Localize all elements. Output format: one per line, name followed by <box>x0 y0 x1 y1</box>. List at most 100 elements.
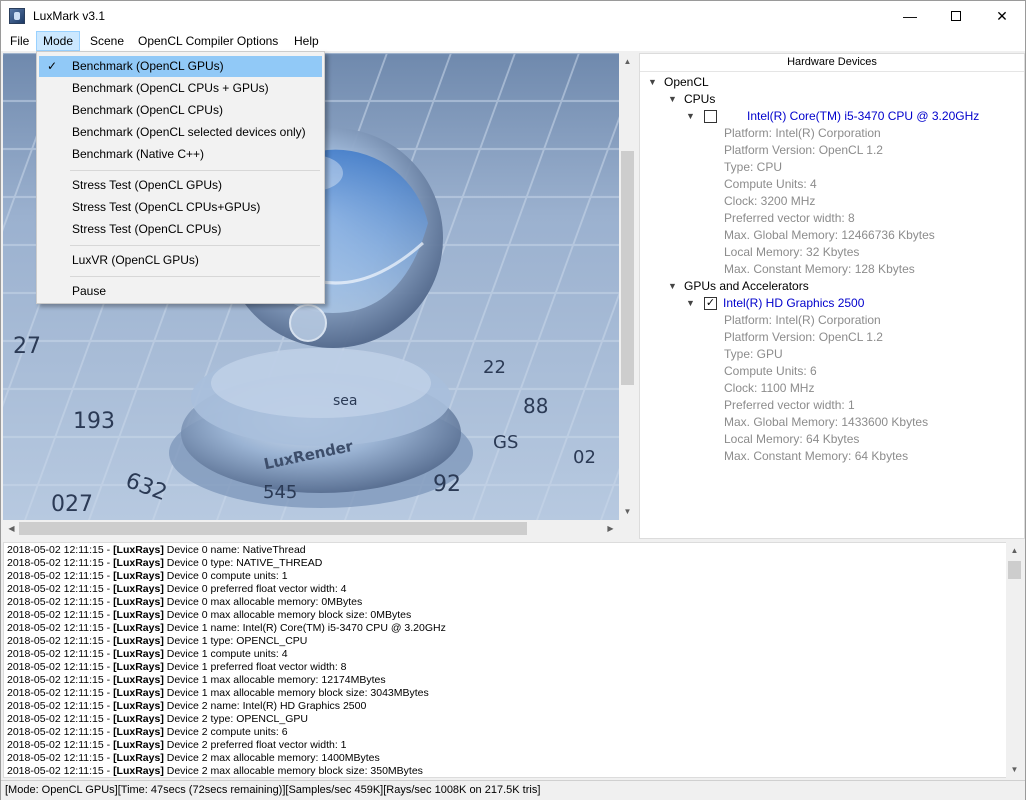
log-line: 2018-05-02 12:11:15 - [LuxRays] Device 1… <box>7 687 429 699</box>
log-line: 2018-05-02 12:11:15 - [LuxRays] Device 0… <box>7 557 323 569</box>
close-button[interactable]: ✕ <box>979 1 1025 31</box>
menu-scene[interactable]: Scene <box>84 31 130 51</box>
maximize-button[interactable] <box>933 1 979 31</box>
cpu-prop-type: Type: CPU <box>724 160 783 174</box>
gpu-prop-global-memory: Max. Global Memory: 1433600 Kbytes <box>724 415 929 429</box>
title-bar: LuxMark v3.1 — ✕ <box>1 1 1025 31</box>
cpu-device-checkbox[interactable] <box>704 110 717 123</box>
scroll-left-icon[interactable]: ◀ <box>3 520 20 537</box>
gpu-prop-platform: Platform: Intel(R) Corporation <box>724 313 881 327</box>
tile-number: 02 <box>573 447 596 468</box>
tile-number: GS <box>493 432 518 453</box>
menu-item-benchmark-opencl-cpus-gpus[interactable]: Benchmark (OpenCL CPUs + GPUs) <box>39 78 322 99</box>
collapse-arrow-icon[interactable]: ▼ <box>648 77 657 87</box>
menu-item-benchmark-native-cpp[interactable]: Benchmark (Native C++) <box>39 144 322 165</box>
menu-opencl-compiler-options[interactable]: OpenCL Compiler Options <box>132 31 284 51</box>
log-output-panel[interactable]: 2018-05-02 12:11:15 - [LuxRays] Device 0… <box>3 542 1023 778</box>
window-title: LuxMark v3.1 <box>33 9 106 23</box>
log-line: 2018-05-02 12:11:15 - [LuxRays] Device 1… <box>7 661 347 673</box>
tile-number: 193 <box>73 409 115 434</box>
cpu-prop-compute-units: Compute Units: 4 <box>724 177 817 191</box>
luxmark-app-icon <box>9 8 25 24</box>
hardware-devices-panel: Hardware Devices ▼ OpenCL ▼ CPUs ▼ Intel… <box>639 53 1025 539</box>
cpu-prop-clock: Clock: 3200 MHz <box>724 194 816 208</box>
gpu-prop-clock: Clock: 1100 MHz <box>724 381 815 395</box>
gpu-prop-type: Type: GPU <box>724 347 783 361</box>
log-line: 2018-05-02 12:11:15 - [LuxRays] Device 2… <box>7 765 423 777</box>
menu-item-benchmark-opencl-gpus[interactable]: ✓ Benchmark (OpenCL GPUs) <box>39 56 322 77</box>
scroll-down-icon[interactable]: ▼ <box>1006 761 1023 778</box>
mode-dropdown-menu: ✓ Benchmark (OpenCL GPUs) Benchmark (Ope… <box>36 51 325 304</box>
log-line: 2018-05-02 12:11:15 - [LuxRays] Device 2… <box>7 700 367 712</box>
maximize-icon <box>951 10 961 21</box>
menu-item-stress-test-opencl-cpus-gpus[interactable]: Stress Test (OpenCL CPUs+GPUs) <box>39 197 322 218</box>
log-vertical-scrollbar[interactable]: ▲ ▼ <box>1006 542 1023 778</box>
log-line: 2018-05-02 12:11:15 - [LuxRays] Device 1… <box>7 648 288 660</box>
tile-number: 22 <box>483 357 506 378</box>
menu-separator <box>70 170 320 171</box>
scroll-right-icon[interactable]: ▶ <box>602 520 619 537</box>
tree-gpus-and-accelerators[interactable]: GPUs and Accelerators <box>684 278 809 295</box>
checkmark-icon: ✓ <box>47 59 58 73</box>
scroll-down-icon[interactable]: ▼ <box>619 503 636 520</box>
menu-item-luxvr-opencl-gpus[interactable]: LuxVR (OpenCL GPUs) <box>39 250 322 271</box>
log-line: 2018-05-02 12:11:15 - [LuxRays] Device 2… <box>7 713 308 725</box>
menu-file[interactable]: File <box>4 31 35 51</box>
menu-help[interactable]: Help <box>288 31 325 51</box>
menu-separator <box>70 245 320 246</box>
cpu-device-name[interactable]: Intel(R) Core(TM) i5-3470 CPU @ 3.20GHz <box>747 108 979 125</box>
menu-separator <box>70 276 320 277</box>
minimize-button[interactable]: — <box>887 1 933 31</box>
collapse-arrow-icon[interactable]: ▼ <box>668 94 677 104</box>
menu-item-stress-test-opencl-gpus[interactable]: Stress Test (OpenCL GPUs) <box>39 175 322 196</box>
menu-item-pause[interactable]: Pause <box>39 281 322 302</box>
log-line: 2018-05-02 12:11:15 - [LuxRays] Device 2… <box>7 752 380 764</box>
tile-number: 027 <box>51 492 93 517</box>
menu-item-stress-test-opencl-cpus[interactable]: Stress Test (OpenCL CPUs) <box>39 219 322 240</box>
render-horizontal-scrollbar[interactable]: ◀ ▶ <box>3 520 619 537</box>
scroll-up-icon[interactable]: ▲ <box>619 53 636 70</box>
gpu-device-name[interactable]: Intel(R) HD Graphics 2500 <box>723 295 864 312</box>
log-line: 2018-05-02 12:11:15 - [LuxRays] Device 1… <box>7 635 308 647</box>
log-line: 2018-05-02 12:11:15 - [LuxRays] Device 2… <box>7 739 347 751</box>
tile-number: 545 <box>263 482 297 503</box>
tile-number: 88 <box>523 394 548 418</box>
menu-mode[interactable]: Mode <box>36 31 81 51</box>
cpu-prop-platform: Platform: Intel(R) Corporation <box>724 126 881 140</box>
gpu-device-checkbox[interactable]: ✓ <box>704 297 717 310</box>
gpu-prop-vector-width: Preferred vector width: 1 <box>724 398 855 412</box>
collapse-arrow-icon[interactable]: ▼ <box>686 111 695 121</box>
log-line: 2018-05-02 12:11:15 - [LuxRays] Device 1… <box>7 622 446 634</box>
tile-number: 27 <box>13 334 41 359</box>
tree-cpus[interactable]: CPUs <box>684 91 715 108</box>
status-bar: [Mode: OpenCL GPUs][Time: 47secs (72secs… <box>1 780 1025 800</box>
log-line: 2018-05-02 12:11:15 - [LuxRays] Device 2… <box>7 726 288 738</box>
status-text: [Mode: OpenCL GPUs][Time: 47secs (72secs… <box>5 784 541 796</box>
hardware-devices-header: Hardware Devices <box>640 54 1024 72</box>
cpu-prop-constant-memory: Max. Constant Memory: 128 Kbytes <box>724 262 915 276</box>
gpu-prop-constant-memory: Max. Constant Memory: 64 Kbytes <box>724 449 909 463</box>
cpu-prop-vector-width: Preferred vector width: 8 <box>724 211 855 225</box>
scrollbar-thumb[interactable] <box>1008 561 1021 579</box>
menu-bar: File Mode Scene OpenCL Compiler Options … <box>1 31 1025 51</box>
collapse-arrow-icon[interactable]: ▼ <box>686 298 695 308</box>
scroll-up-icon[interactable]: ▲ <box>1006 542 1023 559</box>
cpu-prop-global-memory: Max. Global Memory: 12466736 Kbytes <box>724 228 935 242</box>
scrollbar-thumb[interactable] <box>19 522 527 535</box>
log-line: 2018-05-02 12:11:15 - [LuxRays] Device 0… <box>7 596 363 608</box>
tile-number: 92 <box>433 472 461 497</box>
tile-number: sea <box>333 393 358 409</box>
log-line: 2018-05-02 12:11:15 - [LuxRays] Device 0… <box>7 544 306 556</box>
log-line: 2018-05-02 12:11:15 - [LuxRays] Device 0… <box>7 583 347 595</box>
collapse-arrow-icon[interactable]: ▼ <box>668 281 677 291</box>
app-window: LuxMark v3.1 — ✕ File Mode Scene OpenCL … <box>0 0 1026 800</box>
log-line: 2018-05-02 12:11:15 - [LuxRays] Device 1… <box>7 674 386 686</box>
menu-item-benchmark-opencl-selected[interactable]: Benchmark (OpenCL selected devices only) <box>39 122 322 143</box>
gpu-prop-compute-units: Compute Units: 6 <box>724 364 817 378</box>
tree-opencl[interactable]: OpenCL <box>664 74 709 91</box>
scrollbar-thumb[interactable] <box>621 151 634 385</box>
menu-item-benchmark-opencl-cpus[interactable]: Benchmark (OpenCL CPUs) <box>39 100 322 121</box>
render-vertical-scrollbar[interactable]: ▲ ▼ <box>619 53 636 520</box>
log-line: 2018-05-02 12:11:15 - [LuxRays] Device 0… <box>7 609 412 621</box>
gpu-prop-platform-version: Platform Version: OpenCL 1.2 <box>724 330 883 344</box>
